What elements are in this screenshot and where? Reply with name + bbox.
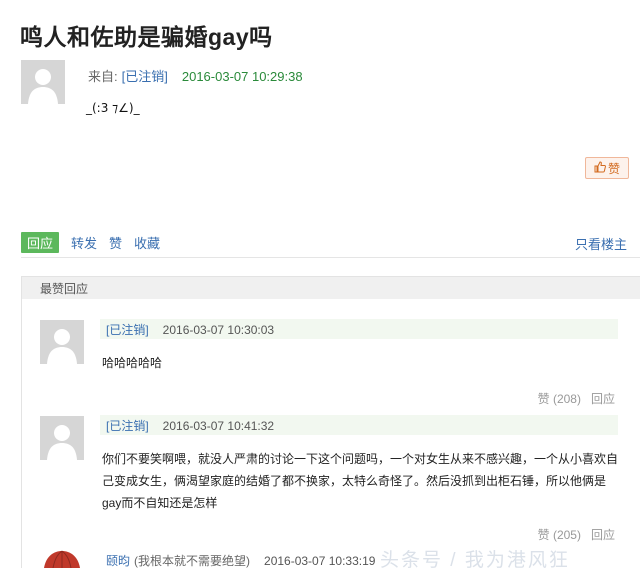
comment-avatar[interactable]: [40, 548, 84, 568]
comment-text: 你们不要笑啊喂，就没人严肃的讨论一下这个问题吗，一个对女生从来不感兴趣，一个从小…: [102, 452, 619, 510]
umbrella-avatar-icon: [40, 548, 84, 568]
divider: [21, 257, 640, 258]
comment-reply-link[interactable]: 回应: [591, 528, 615, 542]
collect-link[interactable]: 收藏: [134, 233, 160, 252]
comment-time: 2016-03-07 10:33:19: [264, 554, 376, 568]
comment-like-link[interactable]: 赞 (205): [538, 528, 581, 542]
comment-footer: 赞 (205) 回应: [538, 526, 615, 543]
forward-link[interactable]: 转发: [71, 233, 97, 252]
post-like-label: 赞: [607, 161, 620, 176]
author-link[interactable]: [已注销]: [122, 69, 168, 84]
from-label: 来自:: [88, 69, 118, 84]
comment-reply-link[interactable]: 回应: [591, 392, 615, 406]
post-action-bar: 回应 转发 赞 收藏: [21, 231, 160, 253]
comment-time: 2016-03-07 10:30:03: [162, 323, 275, 337]
post-time: 2016-03-07 10:29:38: [181, 69, 303, 84]
comment-user-link[interactable]: 颐昀: [106, 554, 130, 568]
comment-avatar[interactable]: [40, 416, 84, 460]
default-user-icon: [40, 320, 84, 364]
top-comments-header: 最赞回应: [22, 277, 640, 299]
comment-meta: [已注销] 2016-03-07 10:41:32: [100, 415, 618, 435]
comment-footer: 赞 (208) 回应: [538, 390, 615, 407]
comment-user-note: (我根本就不需要绝望): [134, 554, 251, 568]
comment-like-link[interactable]: 赞 (208): [538, 392, 581, 406]
comment-text: 哈哈哈哈哈: [102, 356, 163, 370]
comment-avatar[interactable]: [40, 320, 84, 364]
post-like-button[interactable]: 赞: [585, 157, 629, 179]
comment-user-link[interactable]: [已注销]: [106, 419, 149, 433]
reply-button[interactable]: 回应: [21, 231, 60, 253]
comment-user-link[interactable]: [已注销]: [106, 323, 149, 337]
like-link[interactable]: 赞: [109, 233, 122, 252]
post-body: _(:3 ⁊∠)_: [86, 101, 140, 115]
page-title: 鸣人和佐助是骗婚gay吗: [20, 24, 273, 50]
comment-time: 2016-03-07 10:41:32: [162, 419, 275, 433]
only-op-link[interactable]: 只看楼主: [575, 234, 627, 253]
thumbs-up-icon: [594, 161, 606, 175]
watermark: 头条号 / 我为港风狂: [380, 550, 570, 568]
post-meta: 来自: [已注销] 2016-03-07 10:29:38: [88, 66, 303, 85]
default-user-icon: [21, 60, 65, 104]
default-user-icon: [40, 416, 84, 460]
author-avatar[interactable]: [21, 60, 65, 104]
comment-meta: [已注销] 2016-03-07 10:30:03: [100, 319, 618, 339]
